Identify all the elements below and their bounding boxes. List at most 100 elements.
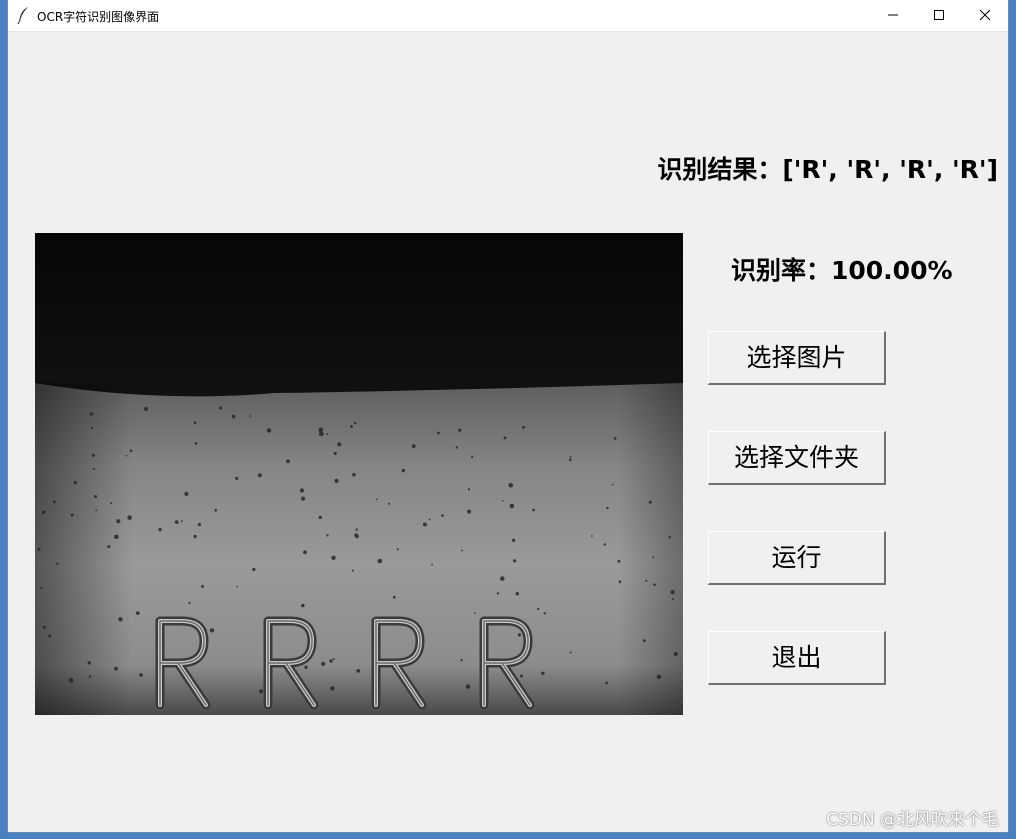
surface-speck xyxy=(129,449,133,452)
surface-speck xyxy=(441,514,444,517)
maximize-icon xyxy=(934,10,944,20)
run-button[interactable]: 运行 xyxy=(708,531,886,585)
surface-speck xyxy=(321,661,326,666)
surface-speck xyxy=(618,580,622,584)
surface-speck xyxy=(668,536,671,539)
surface-speck xyxy=(467,488,471,491)
surface-speck xyxy=(197,523,201,527)
surface-speck xyxy=(350,425,353,428)
surface-speck xyxy=(114,534,119,540)
surface-speck xyxy=(110,502,113,505)
surface-speck xyxy=(569,456,572,458)
surface-speck xyxy=(125,454,128,457)
feather-icon xyxy=(16,6,32,25)
surface-speck xyxy=(37,547,41,551)
surface-speck xyxy=(68,677,74,683)
surface-speck xyxy=(652,556,654,559)
surface-speck xyxy=(437,431,440,435)
surface-speck xyxy=(193,421,197,425)
window-title: OCR字符识别图像界面 xyxy=(37,10,160,24)
surface-speck xyxy=(135,611,140,615)
surface-speck xyxy=(286,459,290,464)
surface-speck xyxy=(455,446,458,449)
surface-speck xyxy=(352,472,356,477)
surface-speck xyxy=(355,534,359,539)
surface-speck xyxy=(508,483,514,488)
surface-speck xyxy=(568,458,572,462)
exit-button[interactable]: 退出 xyxy=(708,631,886,685)
surface-speck xyxy=(656,674,661,679)
surface-speck xyxy=(41,510,46,514)
surface-speck xyxy=(42,625,46,629)
surface-speck xyxy=(87,661,91,665)
surface-speck xyxy=(377,558,383,564)
surface-speck xyxy=(89,412,94,416)
surface-speck xyxy=(356,669,361,673)
surface-speck xyxy=(231,414,236,419)
surface-speck xyxy=(73,480,77,485)
surface-speck xyxy=(461,549,463,552)
surface-speck xyxy=(645,579,648,582)
surface-speck xyxy=(354,421,357,425)
surface-speck xyxy=(301,603,305,608)
surface-speck xyxy=(194,442,198,445)
surface-speck xyxy=(257,473,262,478)
surface-speck xyxy=(91,453,95,457)
surface-speck xyxy=(606,506,609,510)
ocr-image-view xyxy=(35,233,683,715)
surface-speck xyxy=(517,633,521,637)
recognition-rate-label: 识别率：100.00% xyxy=(731,256,953,285)
surface-speck xyxy=(509,503,515,509)
surface-speck xyxy=(181,520,183,522)
surface-speck xyxy=(201,584,204,588)
surface-speck xyxy=(337,442,342,447)
surface-speck xyxy=(318,515,322,520)
surface-speck xyxy=(143,406,149,411)
surface-speck xyxy=(422,522,427,527)
surface-speck xyxy=(460,659,463,662)
title-bar[interactable]: OCR字符识别图像界面 xyxy=(8,0,1008,32)
surface-speck xyxy=(40,586,43,589)
surface-speck xyxy=(258,689,264,694)
maximize-button[interactable] xyxy=(916,0,962,31)
surface-speck xyxy=(569,651,572,654)
surface-speck xyxy=(502,500,504,502)
surface-speck xyxy=(474,612,477,614)
surface-speck xyxy=(94,495,97,498)
select-image-button[interactable]: 选择图片 xyxy=(708,331,886,385)
surface-speck xyxy=(235,476,239,480)
surface-speck xyxy=(90,426,94,429)
surface-speck xyxy=(496,592,500,595)
surface-speck xyxy=(388,502,391,505)
surface-speck xyxy=(603,543,606,546)
surface-speck xyxy=(299,488,304,493)
surface-speck xyxy=(127,515,132,520)
metal-surface-image xyxy=(35,233,683,715)
surface-speck xyxy=(139,673,143,677)
surface-speck xyxy=(107,545,111,549)
surface-speck xyxy=(330,686,335,691)
surface-speck xyxy=(503,436,507,440)
select-folder-button[interactable]: 选择文件夹 xyxy=(708,431,886,485)
surface-speck xyxy=(465,684,471,689)
surface-speck xyxy=(520,674,523,678)
surface-speck xyxy=(611,483,614,486)
surface-speck xyxy=(174,520,179,524)
surface-speck xyxy=(653,583,656,586)
close-button[interactable] xyxy=(962,0,1008,31)
surface-speck xyxy=(515,592,519,596)
surface-speck xyxy=(318,427,324,433)
surface-speck xyxy=(48,634,52,638)
surface-speck xyxy=(158,527,162,532)
surface-speck xyxy=(617,559,621,563)
surface-speck xyxy=(471,455,474,458)
surface-speck xyxy=(249,415,252,417)
recognition-result-label: 识别结果：['R', 'R', 'R', 'R'] xyxy=(657,155,998,184)
minimize-button[interactable] xyxy=(870,0,916,31)
surface-speck xyxy=(401,468,406,473)
close-icon xyxy=(979,9,991,21)
surface-speck xyxy=(219,406,223,410)
surface-speck xyxy=(670,590,675,595)
surface-speck xyxy=(673,652,678,656)
surface-speck xyxy=(266,428,272,433)
